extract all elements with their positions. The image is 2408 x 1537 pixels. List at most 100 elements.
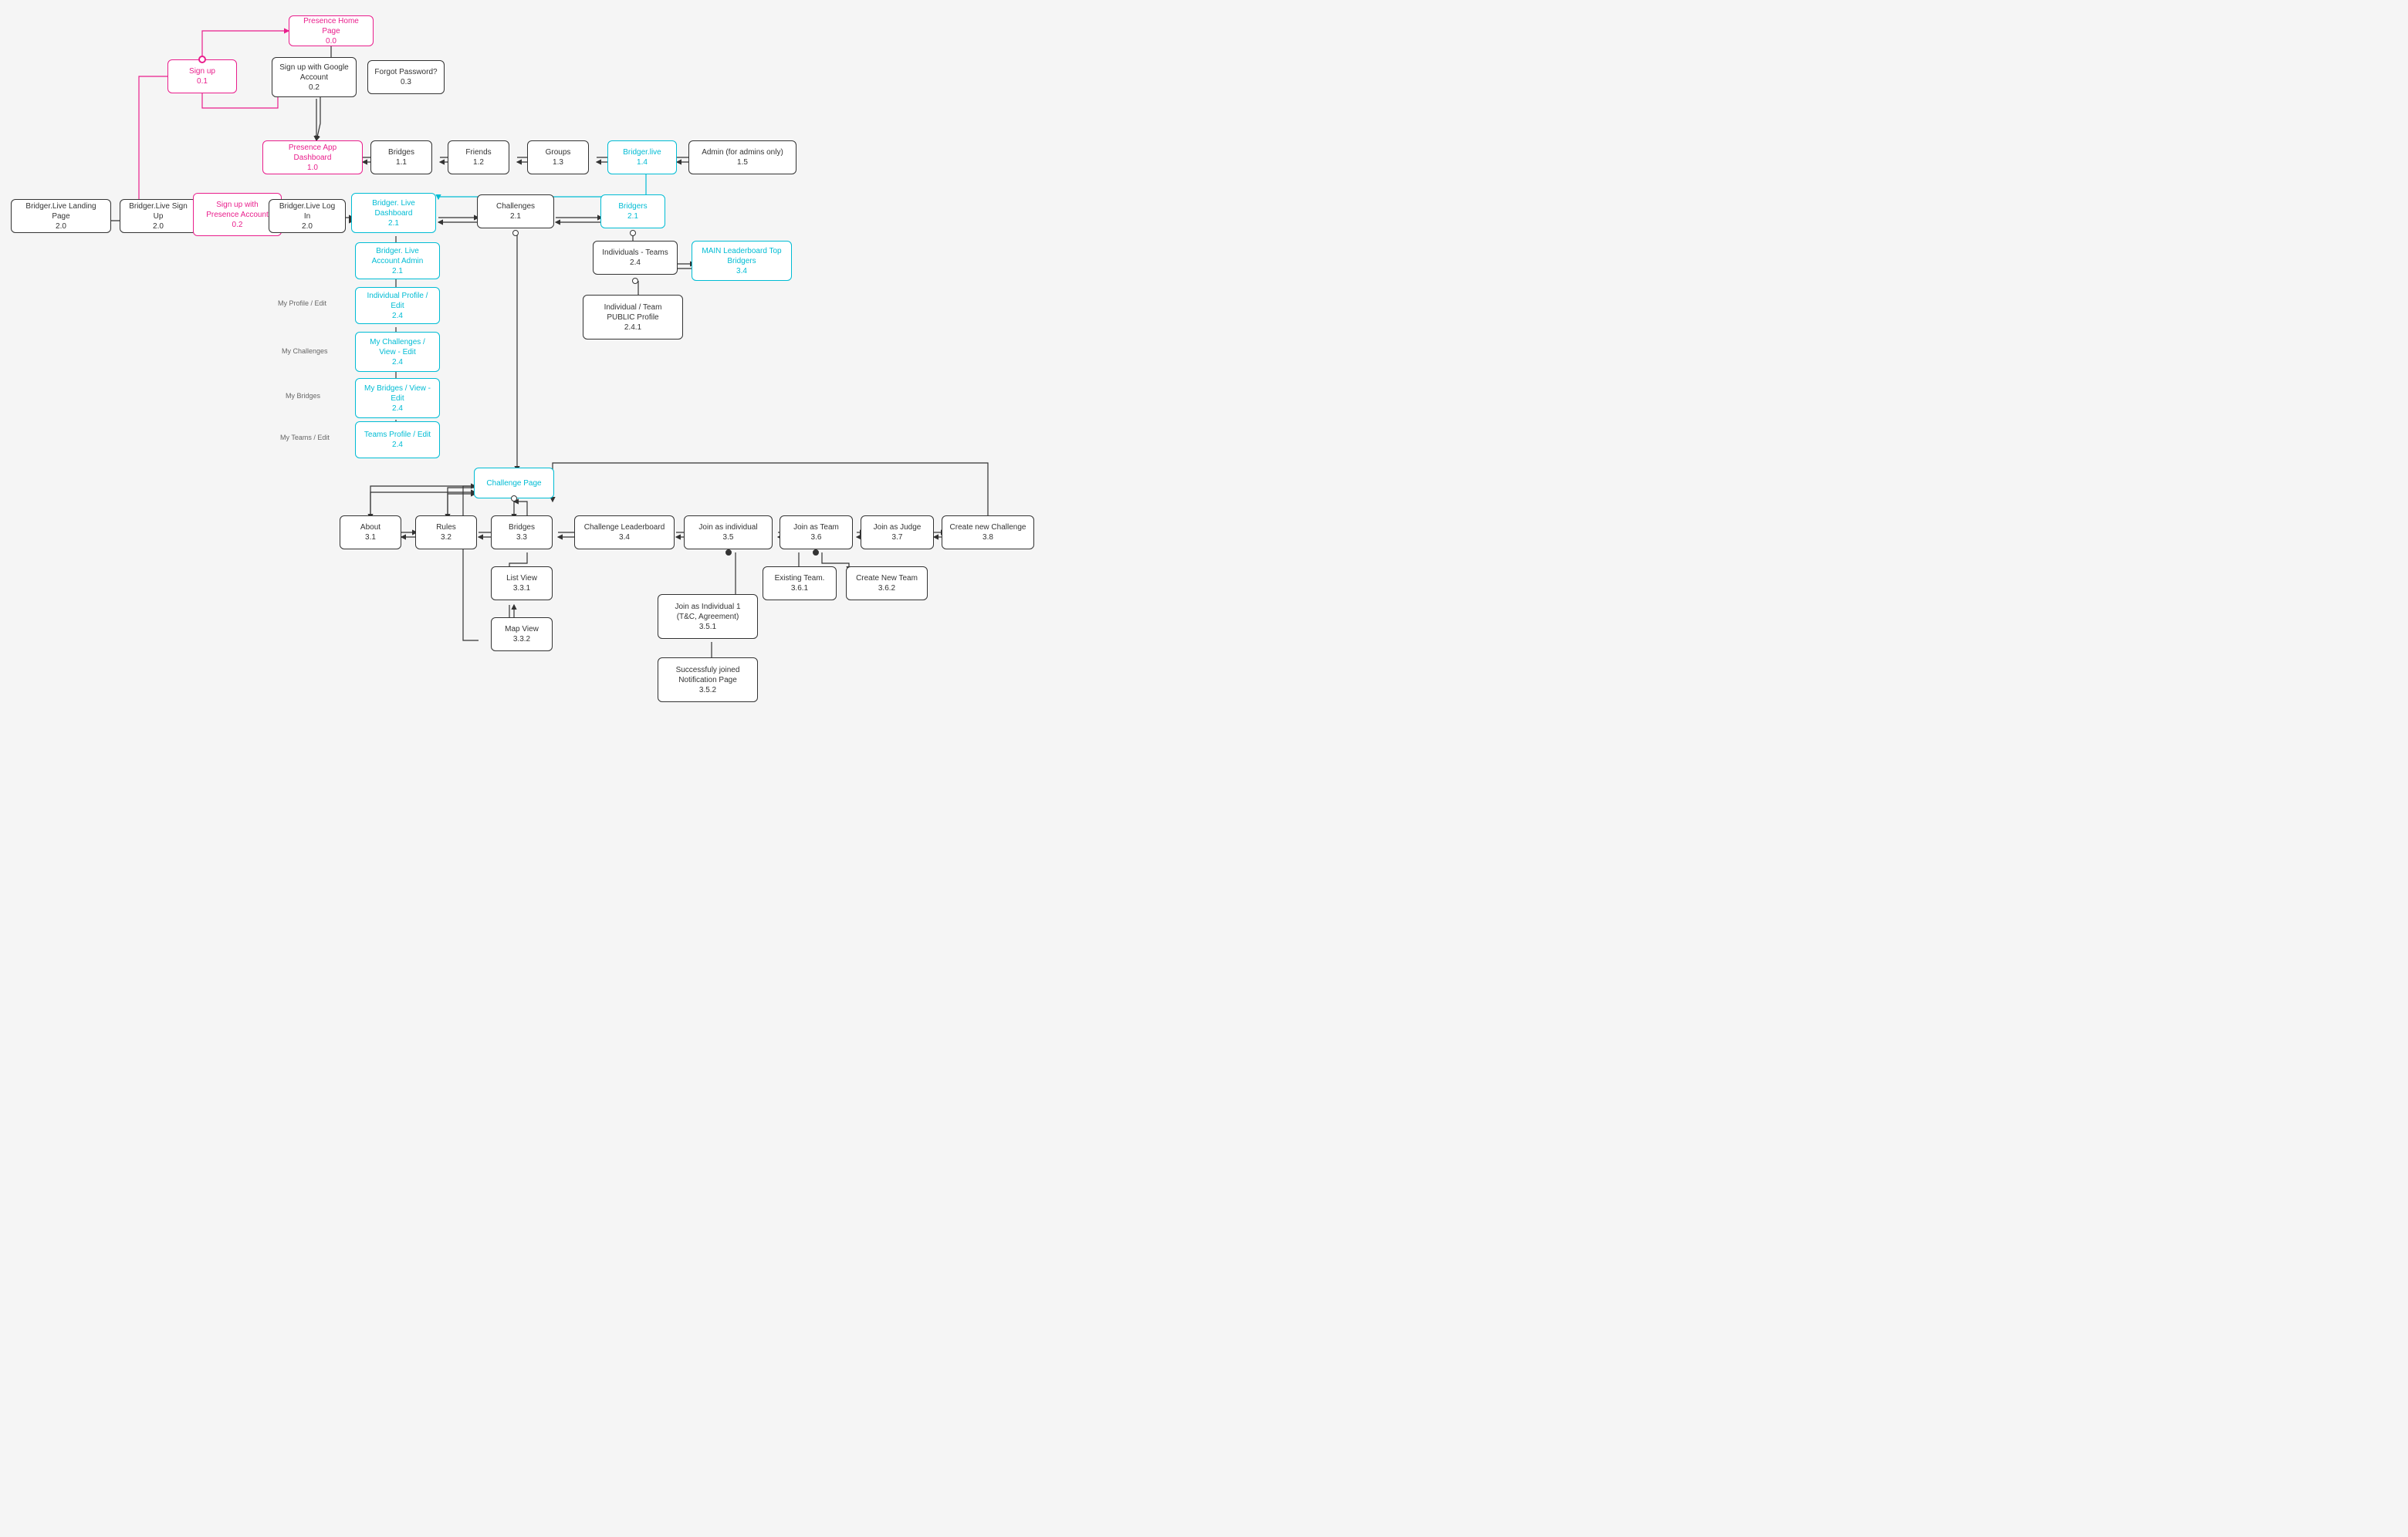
node-label: Challenge Page (486, 478, 541, 488)
node-version: 1.0 (307, 163, 318, 173)
node-version: 3.5.1 (699, 622, 716, 632)
node-label: Challenge Leaderboard (584, 522, 665, 532)
node-bridgers-21[interactable]: Bridgers 2.1 (600, 194, 665, 228)
node-bridges-33[interactable]: Bridges 3.3 (491, 515, 553, 549)
node-challenge-page[interactable]: Challenge Page (474, 468, 554, 498)
node-teams-profile-edit[interactable]: Teams Profile / Edit 2.4 (355, 421, 440, 458)
node-create-new-challenge-38[interactable]: Create new Challenge 3.8 (942, 515, 1034, 549)
node-label: Bridger.Live Log In (276, 201, 339, 221)
node-presence-home-page[interactable]: Presence Home Page 0.0 (289, 15, 374, 46)
node-bridger-live-dashboard[interactable]: Bridger. Live Dashboard 2.1 (351, 193, 436, 233)
node-existing-team-361[interactable]: Existing Team. 3.6.1 (763, 566, 837, 600)
node-version: 2.1 (627, 211, 638, 221)
node-bridger-live-login[interactable]: Bridger.Live Log In 2.0 (269, 199, 346, 233)
node-version: 0.3 (401, 77, 411, 87)
dot-bridgers-21 (630, 230, 636, 236)
node-version: 2.4 (630, 258, 641, 268)
node-individuals-teams[interactable]: Individuals - Teams 2.4 (593, 241, 678, 275)
node-bridges-11[interactable]: Bridges 1.1 (370, 140, 432, 174)
node-individual-team-public-profile[interactable]: Individual / Team PUBLIC Profile 2.4.1 (583, 295, 683, 339)
node-sign-up-google[interactable]: Sign up with Google Account 0.2 (272, 57, 357, 97)
node-version: 1.3 (553, 157, 563, 167)
node-label: Bridger.Live Sign Up (127, 201, 190, 221)
node-list-view-331[interactable]: List View 3.3.1 (491, 566, 553, 600)
node-about-31[interactable]: About 3.1 (340, 515, 401, 549)
node-label: Rules (436, 522, 456, 532)
node-join-team-36[interactable]: Join as Team 3.6 (780, 515, 853, 549)
node-label: Sign up with Presence Account (200, 200, 275, 220)
node-bridger-live-14[interactable]: Bridger.live 1.4 (607, 140, 677, 174)
node-create-new-team-362[interactable]: Create New Team 3.6.2 (846, 566, 928, 600)
node-version: 2.1 (510, 211, 521, 221)
diagram-canvas: Sign up 0.1 Presence Home Page 0.0 Sign … (0, 0, 2408, 1537)
node-label: Teams Profile / Edit (364, 430, 431, 440)
dot-sign-up (198, 56, 206, 63)
node-version: 0.2 (232, 220, 243, 230)
node-label: Bridger.live (623, 147, 661, 157)
node-version: 3.5 (723, 532, 734, 542)
node-version: 2.4 (392, 311, 403, 321)
node-admin-15[interactable]: Admin (for admins only) 1.5 (688, 140, 796, 174)
node-label: MAIN Leaderboard Top Bridgers (698, 246, 785, 266)
node-forgot-password[interactable]: Forgot Password? 0.3 (367, 60, 445, 94)
node-label: Sign up (189, 66, 215, 76)
node-label: Join as Individual 1 (T&C, Agreement) (665, 602, 751, 622)
node-version: 0.0 (326, 36, 337, 46)
node-bridger-live-account-admin[interactable]: Bridger. Live Account Admin 2.1 (355, 242, 440, 279)
node-join-individual-35[interactable]: Join as individual 3.5 (684, 515, 773, 549)
node-version: 3.6.1 (791, 583, 808, 593)
node-label: Sign up with Google Account (279, 62, 350, 83)
node-version: 3.1 (365, 532, 376, 542)
node-groups-13[interactable]: Groups 1.3 (527, 140, 589, 174)
node-map-view-332[interactable]: Map View 3.3.2 (491, 617, 553, 651)
node-label: Bridges (388, 147, 414, 157)
node-label: List View (506, 573, 537, 583)
node-version: 3.8 (982, 532, 993, 542)
node-label: Admin (for admins only) (702, 147, 783, 157)
node-version: 2.4 (392, 440, 403, 450)
node-bridger-live-landing[interactable]: Bridger.Live Landing Page 2.0 (11, 199, 111, 233)
node-version: 3.4 (619, 532, 630, 542)
node-my-challenges-view-edit[interactable]: My Challenges / View - Edit 2.4 (355, 332, 440, 372)
node-version: 0.1 (197, 76, 208, 86)
node-main-leaderboard[interactable]: MAIN Leaderboard Top Bridgers 3.4 (692, 241, 792, 281)
node-version: 2.0 (153, 221, 164, 231)
node-version: 1.5 (737, 157, 748, 167)
node-rules-32[interactable]: Rules 3.2 (415, 515, 477, 549)
node-version: 2.4.1 (624, 323, 641, 333)
node-presence-app-dashboard[interactable]: Presence App Dashboard 1.0 (262, 140, 363, 174)
node-label: Individuals - Teams (602, 248, 668, 258)
node-label: Create new Challenge (950, 522, 1026, 532)
label-my-challenges: My Challenges (282, 347, 328, 355)
node-label: Bridges (509, 522, 535, 532)
node-version: 0.2 (309, 83, 320, 93)
node-label: Bridger. Live Dashboard (358, 198, 429, 218)
node-join-individual-tc-351[interactable]: Join as Individual 1 (T&C, Agreement) 3.… (658, 594, 758, 639)
node-join-judge-37[interactable]: Join as Judge 3.7 (861, 515, 934, 549)
node-bridger-live-signup[interactable]: Bridger.Live Sign Up 2.0 (120, 199, 197, 233)
node-version: 3.6 (811, 532, 822, 542)
dot-individuals-teams (632, 278, 638, 284)
dot-join-individual (725, 549, 732, 556)
node-label: Map View (505, 624, 539, 634)
node-version: 1.4 (637, 157, 648, 167)
node-label: Forgot Password? (374, 67, 437, 77)
node-individual-profile-edit[interactable]: Individual Profile / Edit 2.4 (355, 287, 440, 324)
node-label: Successfuly joined Notification Page (665, 665, 751, 685)
node-successfully-joined-352[interactable]: Successfuly joined Notification Page 3.5… (658, 657, 758, 702)
node-version: 1.2 (473, 157, 484, 167)
dot-join-team (813, 549, 819, 556)
node-challenge-leaderboard-34[interactable]: Challenge Leaderboard 3.4 (574, 515, 675, 549)
node-version: 3.2 (441, 532, 452, 542)
node-sign-up-01[interactable]: Sign up 0.1 (167, 59, 237, 93)
node-label: Bridger. Live Account Admin (362, 246, 433, 266)
node-challenges-21[interactable]: Challenges 2.1 (477, 194, 554, 228)
node-version: 3.5.2 (699, 685, 716, 695)
node-label: Existing Team. (775, 573, 825, 583)
node-version: 2.1 (392, 266, 403, 276)
node-version: 1.1 (396, 157, 407, 167)
node-friends-12[interactable]: Friends 1.2 (448, 140, 509, 174)
node-my-bridges-view-edit[interactable]: My Bridges / View - Edit 2.4 (355, 378, 440, 418)
node-version: 3.4 (736, 266, 747, 276)
node-version: 2.1 (388, 218, 399, 228)
